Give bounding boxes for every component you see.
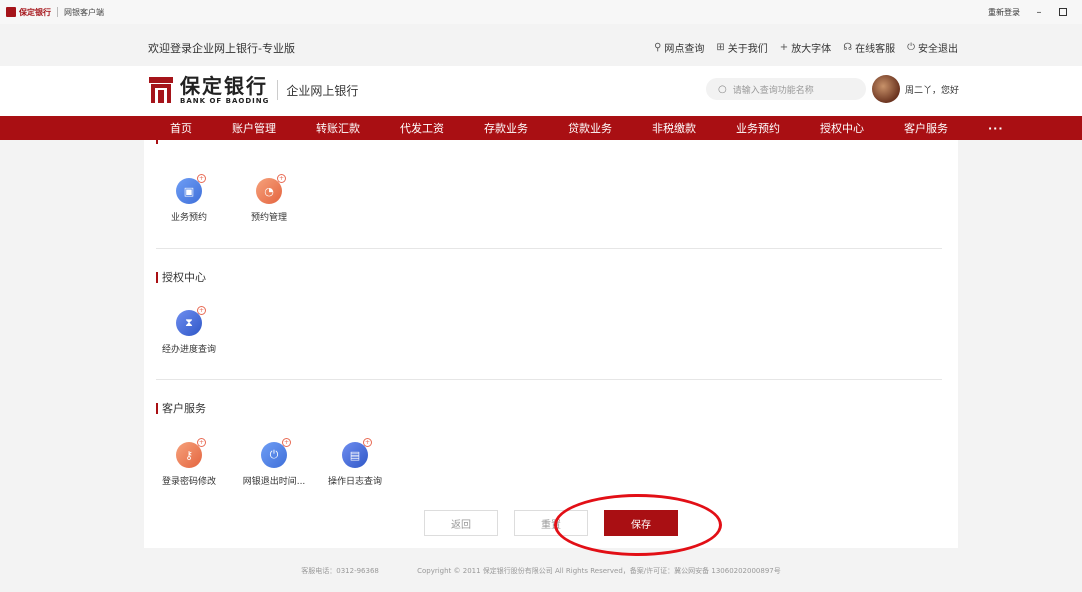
section-marker [156,402,158,414]
section-title-auth: 授权中心 [156,269,206,285]
footer-phone: 客服电话：0312-96368 [301,567,379,575]
badge-icon: + [363,438,372,447]
location-icon: ⚲ [654,42,662,53]
badge-icon: + [197,438,206,447]
tile-operation-log[interactable]: ▤ + 操作日志查询 [320,438,390,487]
tile-progress-query[interactable]: ⧗ + 经办进度查询 [154,306,224,355]
badge-icon: + [282,438,291,447]
brand-name-en: BANK OF BAODING [180,97,270,105]
window-titlebar: 保定银行 网银客户端 重新登录 – [0,0,1082,24]
nav-item-nontax[interactable]: 非税缴款 [652,120,696,136]
tile-label: 登录密码修改 [161,477,216,487]
about-us-label: 关于我们 [727,44,768,55]
titlebar-separator [57,7,58,17]
highlight-ellipse [554,494,722,556]
brand-subtitle: 企业网上银行 [286,83,359,98]
tile-password-change[interactable]: ⚷ + 登录密码修改 [154,438,224,487]
function-search-input[interactable]: ○ 请输入查询功能名称 [706,78,866,100]
minimize-button[interactable]: – [1034,7,1044,18]
online-service-label: 在线客服 [855,44,896,55]
grid-icon: ⊞ [716,42,725,53]
branch-query-link[interactable]: ⚲ 网点查询 [654,40,704,55]
tile-label: 网银退出时间... [242,477,306,487]
tile-label: 经办进度查询 [161,345,216,355]
bank-logo-icon [148,77,174,103]
key-icon: ⚷ + [176,438,206,468]
nav-item-loan[interactable]: 贷款业务 [568,120,612,136]
brand-text: 保定银行 BANK OF BAODING [180,75,269,105]
nav-item-booking[interactable]: 业务预约 [736,120,780,136]
nav-item-deposit[interactable]: 存款业务 [484,120,528,136]
brand-divider [277,80,279,100]
enlarge-font-link[interactable]: + 放大字体 [780,40,831,55]
maximize-button[interactable] [1058,7,1068,17]
footer: 客服电话：0312-96368 Copyright © 2011 保定银行股份有… [0,566,1082,576]
app-name: 网银客户端 [64,7,104,17]
nav-item-home[interactable]: 首页 [170,120,192,136]
nav-more-icon[interactable]: ··· [988,122,1004,135]
nav-item-service[interactable]: 客户服务 [904,120,948,136]
welcome-text: 欢迎登录企业网上银行-专业版 [148,42,295,55]
back-button[interactable]: 返回 [424,510,498,536]
tile-booking-management[interactable]: ◔ + 预约管理 [234,174,304,223]
about-us-link[interactable]: ⊞ 关于我们 [716,40,767,55]
bank-logo-icon [6,7,16,17]
footer-copyright: Copyright © 2011 保定银行股份有限公司 All Rights R… [417,567,781,575]
section-title-text: 客户服务 [162,402,206,415]
log-icon: ▤ + [342,438,372,468]
clock-icon: ◔ + [256,174,286,204]
branch-query-label: 网点查询 [664,44,705,55]
badge-icon: + [197,306,206,315]
maximize-icon [1059,8,1067,16]
nav-item-account[interactable]: 账户管理 [232,120,276,136]
section-divider [156,379,942,380]
tile-label: 预约管理 [250,213,287,223]
titlebar-logo-text: 保定银行 [19,7,51,17]
search-icon: ○ [718,83,727,95]
content-card: ▣ + 业务预约 ◔ + 预约管理 授权中心 ⧗ + 经办进度查询 客户服务 ⚷ + 登… [144,140,958,548]
main-nav: 首页 账户管理 转账汇款 代发工资 存款业务 贷款业务 非税缴款 业务预约 授权… [0,116,1082,140]
brand[interactable]: 保定银行 BANK OF BAODING 企业网上银行 [148,75,358,105]
header: 保定银行 BANK OF BAODING 企业网上银行 ○ 请输入查询功能名称 … [0,66,1082,116]
top-strip: 欢迎登录企业网上银行-专业版 ⚲ 网点查询 ⊞ 关于我们 + 放大字体 ☊ 在线客服 ⏻… [0,24,1082,72]
section-marker [156,271,158,283]
plus-icon: + [779,42,789,53]
section-divider [156,248,942,249]
tile-business-booking[interactable]: ▣ + 业务预约 [154,174,224,223]
badge-icon: + [277,174,286,183]
tile-logout-time[interactable]: ⏻ + 网银退出时间... [236,438,312,487]
hourglass-icon: ⧗ + [176,306,206,336]
tile-label: 业务预约 [170,213,207,223]
headset-icon: ☊ [843,42,853,53]
nav-item-auth[interactable]: 授权中心 [820,120,864,136]
section-title-text: 授权中心 [162,271,206,284]
nav-item-payroll[interactable]: 代发工资 [400,120,444,136]
section-marker [156,140,158,144]
user-info[interactable]: 周二丫，您好 [872,75,959,103]
badge-icon: + [197,174,206,183]
briefcase-icon: ▣ + [176,174,206,204]
search-placeholder: 请输入查询功能名称 [732,85,814,96]
nav-item-transfer[interactable]: 转账汇款 [316,120,360,136]
brand-name-cn: 保定银行 [180,74,268,98]
avatar [872,75,900,103]
power-icon: ⏻ [907,42,915,53]
safe-logout-link[interactable]: ⏻ 安全退出 [907,40,958,55]
section-title-service: 客户服务 [156,400,206,416]
enlarge-font-label: 放大字体 [791,44,832,55]
top-links: ⚲ 网点查询 ⊞ 关于我们 + 放大字体 ☊ 在线客服 ⏻ 安全退出 [654,40,958,55]
relogin-link[interactable]: 重新登录 [988,7,1020,18]
power-icon: ⏻ + [261,438,291,468]
user-greeting: 周二丫，您好 [905,85,960,96]
tile-label: 操作日志查询 [327,477,382,487]
online-service-link[interactable]: ☊ 在线客服 [843,40,895,55]
safe-logout-label: 安全退出 [918,44,958,55]
